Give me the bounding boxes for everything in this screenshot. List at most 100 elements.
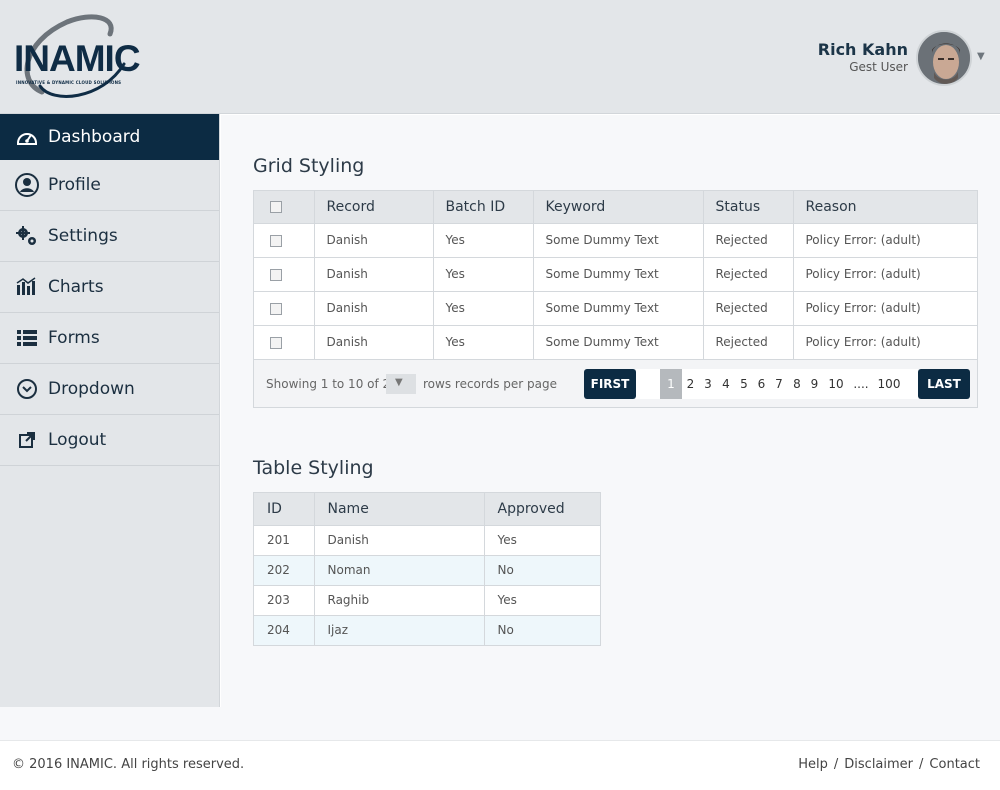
footer-link-help[interactable]: Help: [798, 757, 828, 772]
page-link-1[interactable]: 1: [660, 369, 682, 399]
grid-section-title: Grid Styling: [253, 155, 365, 177]
sidebar-item-logout[interactable]: Logout: [0, 415, 219, 466]
sidebar-item-profile[interactable]: Profile: [0, 160, 219, 211]
cell-reason: Policy Error: (adult): [793, 290, 977, 325]
table-section-title: Table Styling: [253, 457, 374, 479]
cell-id: 203: [254, 584, 315, 615]
cell-keyword: Some Dummy Text: [533, 324, 704, 359]
table-row[interactable]: Danish Yes Some Dummy Text Rejected Poli…: [254, 324, 977, 359]
sidebar: Dashboard Profile Settings Charts Forms …: [0, 114, 220, 707]
cell-batch-id: Yes: [433, 324, 534, 359]
table-row[interactable]: Danish Yes Some Dummy Text Rejected Poli…: [254, 256, 977, 291]
table-header-id[interactable]: ID: [254, 493, 315, 525]
table-header-approved[interactable]: Approved: [484, 493, 600, 525]
table-row[interactable]: 204 Ijaz No: [254, 614, 600, 645]
rows-per-page-select[interactable]: ▼: [386, 374, 416, 394]
chevron-down-icon: ▼: [395, 377, 403, 388]
inamic-logo[interactable]: INAMIC INNOVATIVE & DYNAMIC CLOUD SOLUTI…: [12, 12, 172, 102]
chart-icon: [14, 276, 40, 298]
footer-link-contact[interactable]: Contact: [929, 757, 980, 772]
grid-header-reason[interactable]: Reason: [793, 191, 977, 223]
cell-approved: No: [484, 554, 600, 585]
content-bottom-spacer: [0, 707, 1000, 740]
page-link-2[interactable]: 2: [682, 369, 699, 399]
page-link-7[interactable]: 7: [770, 369, 788, 399]
grid-header-status[interactable]: Status: [703, 191, 794, 223]
cell-batch-id: Yes: [433, 256, 534, 291]
table-row[interactable]: 201 Danish Yes: [254, 524, 600, 555]
user-role: Gest User: [849, 60, 908, 74]
sidebar-item-label: Settings: [48, 226, 118, 246]
logo-text: INAMIC: [14, 38, 141, 79]
sidebar-item-charts[interactable]: Charts: [0, 262, 219, 313]
sidebar-item-label: Logout: [48, 430, 107, 450]
footer-separator: /: [833, 757, 839, 772]
last-page-button[interactable]: LAST: [918, 369, 970, 399]
grid-header-record[interactable]: Record: [314, 191, 434, 223]
cell-status: Rejected: [703, 256, 794, 291]
cell-record: Danish: [314, 324, 434, 359]
sidebar-item-label: Dropdown: [48, 379, 135, 399]
user-icon: [14, 173, 40, 197]
page-ellipsis: ....: [853, 377, 869, 391]
row-checkbox[interactable]: [270, 268, 282, 281]
avatar[interactable]: [916, 30, 972, 86]
table-header-name[interactable]: Name: [314, 493, 485, 525]
user-name: Rich Kahn: [817, 40, 908, 59]
footer-separator: /: [919, 757, 924, 772]
table-row[interactable]: Danish Yes Some Dummy Text Rejected Poli…: [254, 222, 977, 257]
cell-id: 204: [254, 614, 315, 645]
gears-icon: [14, 225, 40, 247]
page-link-4[interactable]: 4: [717, 369, 735, 399]
page-link-8[interactable]: 8: [788, 369, 806, 399]
sidebar-item-settings[interactable]: Settings: [0, 211, 219, 262]
cell-approved: No: [484, 614, 600, 645]
user-menu-caret-icon[interactable]: ▼: [977, 51, 985, 62]
page-link-6[interactable]: 6: [753, 369, 770, 399]
row-checkbox[interactable]: [270, 336, 282, 349]
cell-status: Rejected: [703, 324, 794, 359]
avatar-portrait-icon: [918, 32, 970, 84]
row-checkbox[interactable]: [270, 302, 282, 315]
page-link-10[interactable]: 10: [823, 369, 849, 399]
page-link-9[interactable]: 9: [806, 369, 823, 399]
table-row[interactable]: 202 Noman No: [254, 554, 600, 585]
footer: © 2016 INAMIC. All rights reserved. Help…: [0, 740, 1000, 790]
table-row[interactable]: Danish Yes Some Dummy Text Rejected Poli…: [254, 290, 977, 325]
footer-link-disclaimer[interactable]: Disclaimer: [844, 757, 913, 772]
grid-header-keyword[interactable]: Keyword: [533, 191, 704, 223]
user-info[interactable]: Rich Kahn Gest User: [818, 40, 908, 74]
data-grid: Record Batch ID Keyword Status Reason Da…: [253, 190, 978, 408]
grid-header-batch-id[interactable]: Batch ID: [433, 191, 534, 223]
first-page-button[interactable]: FIRST: [584, 369, 636, 399]
grid-header-select[interactable]: [254, 191, 315, 223]
cell-name: Noman: [314, 554, 485, 585]
sidebar-item-forms[interactable]: Forms: [0, 313, 219, 364]
select-all-checkbox[interactable]: [270, 200, 282, 213]
cell-batch-id: Yes: [433, 290, 534, 325]
cell-record: Danish: [314, 290, 434, 325]
external-link-icon: [14, 429, 40, 451]
page-link-3[interactable]: 3: [699, 369, 717, 399]
logo-tagline: INNOVATIVE & DYNAMIC CLOUD SOLUTIONS: [16, 80, 122, 85]
page-link-5[interactable]: 5: [735, 369, 753, 399]
table-row[interactable]: 203 Raghib Yes: [254, 584, 600, 615]
cell-approved: Yes: [484, 584, 600, 615]
row-checkbox[interactable]: [270, 234, 282, 247]
cell-batch-id: Yes: [433, 222, 534, 257]
sidebar-item-dashboard[interactable]: Dashboard: [0, 114, 219, 160]
sidebar-item-label: Profile: [48, 175, 101, 195]
chevron-circle-icon: [14, 378, 40, 400]
page-link-100[interactable]: 100: [873, 369, 905, 399]
sidebar-item-dropdown[interactable]: Dropdown: [0, 364, 219, 415]
cell-record: Danish: [314, 222, 434, 257]
sidebar-item-label: Dashboard: [48, 127, 141, 147]
dashboard-icon: [14, 126, 40, 148]
rows-per-page-label: rows records per page: [423, 377, 558, 391]
header: INAMIC INNOVATIVE & DYNAMIC CLOUD SOLUTI…: [0, 0, 1000, 114]
main-content: Grid Styling Record Batch ID Keyword Sta…: [221, 115, 1000, 707]
pagination-info: Showing 1 to 10 of 21: [266, 377, 398, 391]
cell-approved: Yes: [484, 524, 600, 555]
cell-keyword: Some Dummy Text: [533, 256, 704, 291]
table-header-row: ID Name Approved: [254, 493, 600, 525]
